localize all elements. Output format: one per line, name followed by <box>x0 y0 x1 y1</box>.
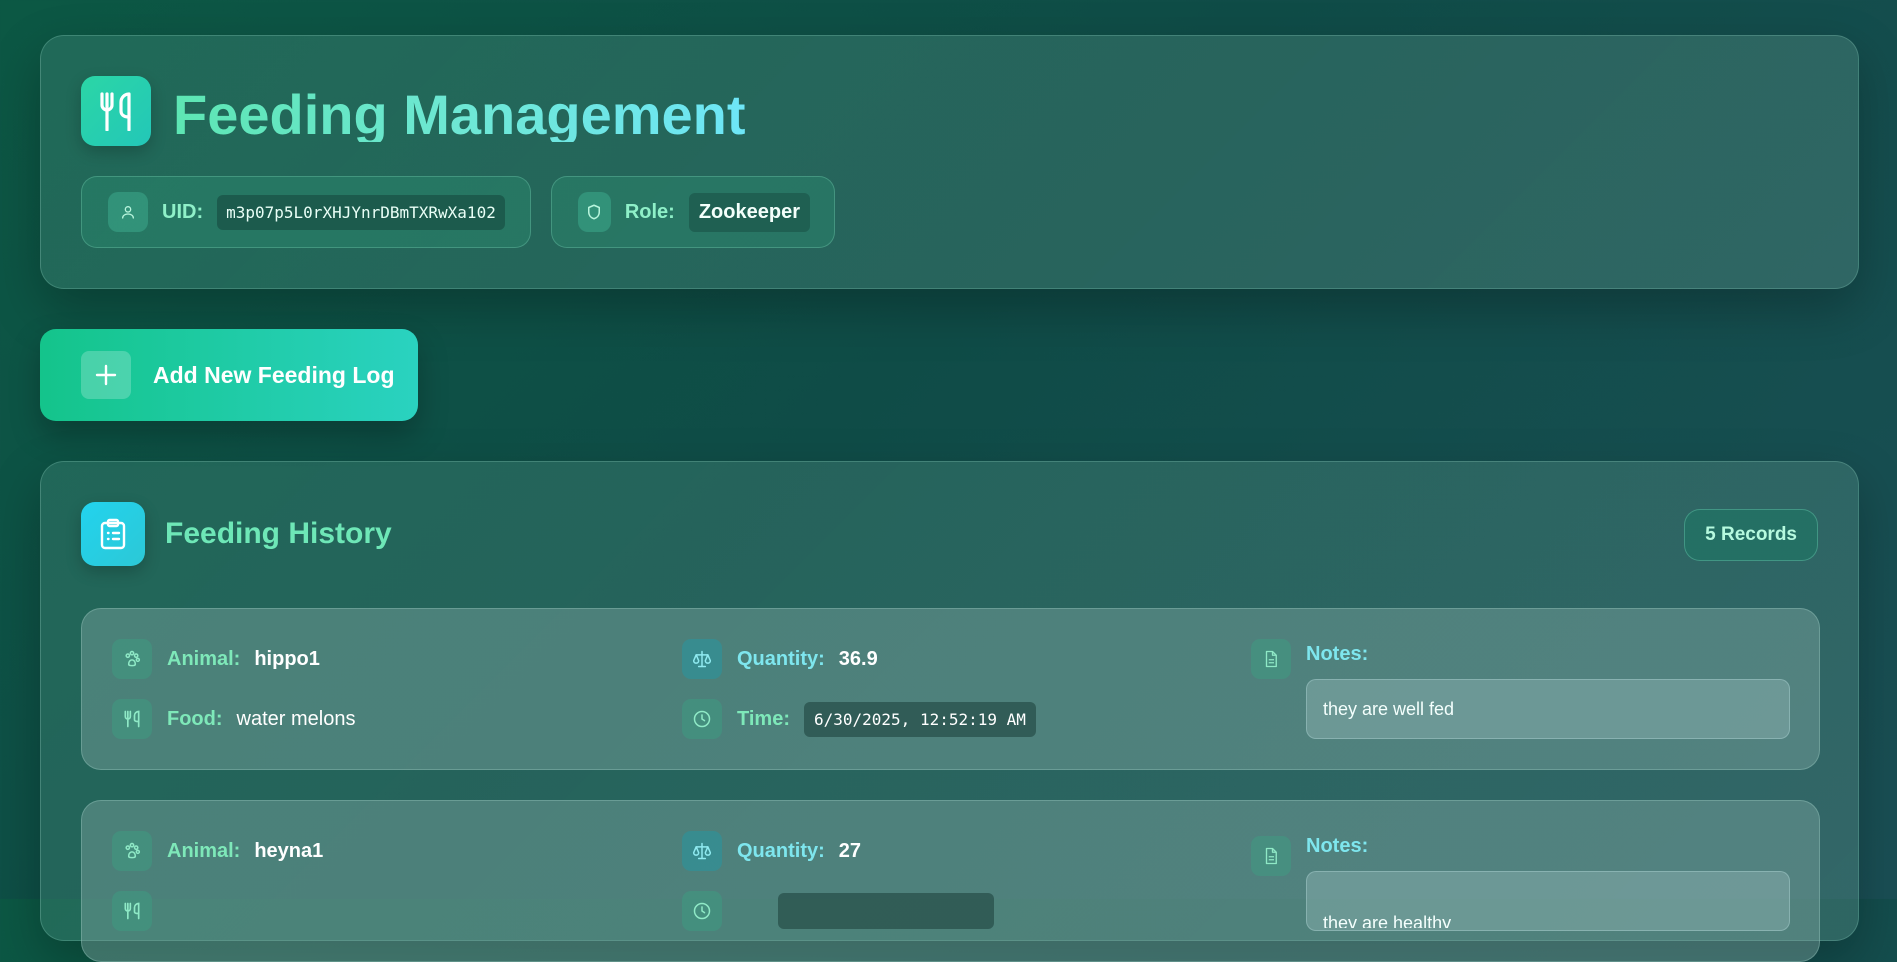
feeding-entry: Animal: heyna1 Quantity: 27 Notes: they … <box>81 800 1820 962</box>
food-value: water melons <box>236 707 356 730</box>
time-value: 6/30/2025, 12:52:19 AM <box>803 701 1036 737</box>
notes-icon-wrap <box>1251 836 1291 876</box>
notes-icon-wrap <box>1251 639 1291 679</box>
quantity-field: Quantity: 27 <box>682 831 861 871</box>
quantity-value: 27 <box>838 839 862 862</box>
clipboard-list-icon <box>81 502 145 566</box>
feeding-entry: Animal: hippo1 Food: water melons Quanti… <box>81 608 1820 770</box>
scale-icon <box>682 639 722 679</box>
document-icon <box>1251 836 1291 876</box>
document-icon <box>1251 639 1291 679</box>
role-label: Role: <box>624 200 675 223</box>
add-feeding-log-button[interactable]: Add New Feeding Log <box>40 329 418 421</box>
role-chip: Role: Zookeeper <box>551 176 835 248</box>
quantity-label: Quantity: <box>737 647 825 670</box>
plus-icon <box>81 351 131 399</box>
animal-field: Animal: hippo1 <box>112 639 320 679</box>
animal-label: Animal: <box>167 839 241 862</box>
quantity-field: Quantity: 36.9 <box>682 639 878 679</box>
paw-icon <box>112 639 152 679</box>
history-header: Feeding History <box>81 502 392 566</box>
header-card: Feeding Management UID: m3p07p5L0rXHJYnr… <box>40 35 1859 289</box>
notes-label: Notes: <box>1306 643 1369 665</box>
records-badge: 5 Records <box>1684 509 1818 561</box>
time-value-clipped <box>778 893 994 929</box>
role-value: Zookeeper <box>688 192 810 232</box>
time-field <box>682 891 994 931</box>
scale-icon <box>682 831 722 871</box>
fork-knife-icon <box>112 699 152 739</box>
add-feeding-log-label: Add New Feeding Log <box>153 361 395 388</box>
title-row: Feeding Management <box>81 76 746 146</box>
animal-field: Animal: heyna1 <box>112 831 323 871</box>
time-field: Time: 6/30/2025, 12:52:19 AM <box>682 699 1036 739</box>
uid-value: m3p07p5L0rXHJYnrDBmTXRwXa102 <box>217 194 505 230</box>
food-field <box>112 891 152 931</box>
food-label: Food: <box>167 707 223 730</box>
food-field: Food: water melons <box>112 699 355 739</box>
clock-icon <box>682 699 722 739</box>
paw-icon <box>112 831 152 871</box>
fork-knife-icon <box>112 891 152 931</box>
shield-icon <box>578 192 611 232</box>
fork-knife-icon <box>81 76 151 146</box>
clock-icon <box>682 891 722 931</box>
quantity-label: Quantity: <box>737 839 825 862</box>
feeding-history-card: Feeding History 5 Records Animal: hippo1… <box>40 461 1859 962</box>
time-label: Time: <box>737 707 790 730</box>
uid-chip: UID: m3p07p5L0rXHJYnrDBmTXRwXa102 <box>81 176 531 248</box>
animal-value: heyna1 <box>254 839 324 862</box>
notes-label: Notes: <box>1306 835 1369 857</box>
uid-label: UID: <box>162 200 204 223</box>
quantity-value: 36.9 <box>838 647 878 670</box>
notes-text: they are healthy <box>1323 913 1452 928</box>
animal-label: Animal: <box>167 647 241 670</box>
animal-value: hippo1 <box>254 647 320 670</box>
notes-value: they are healthy <box>1306 871 1790 931</box>
page-title: Feeding Management <box>173 80 746 142</box>
history-title: Feeding History <box>165 517 392 550</box>
user-icon <box>108 192 148 232</box>
notes-value: they are well fed <box>1306 679 1790 739</box>
